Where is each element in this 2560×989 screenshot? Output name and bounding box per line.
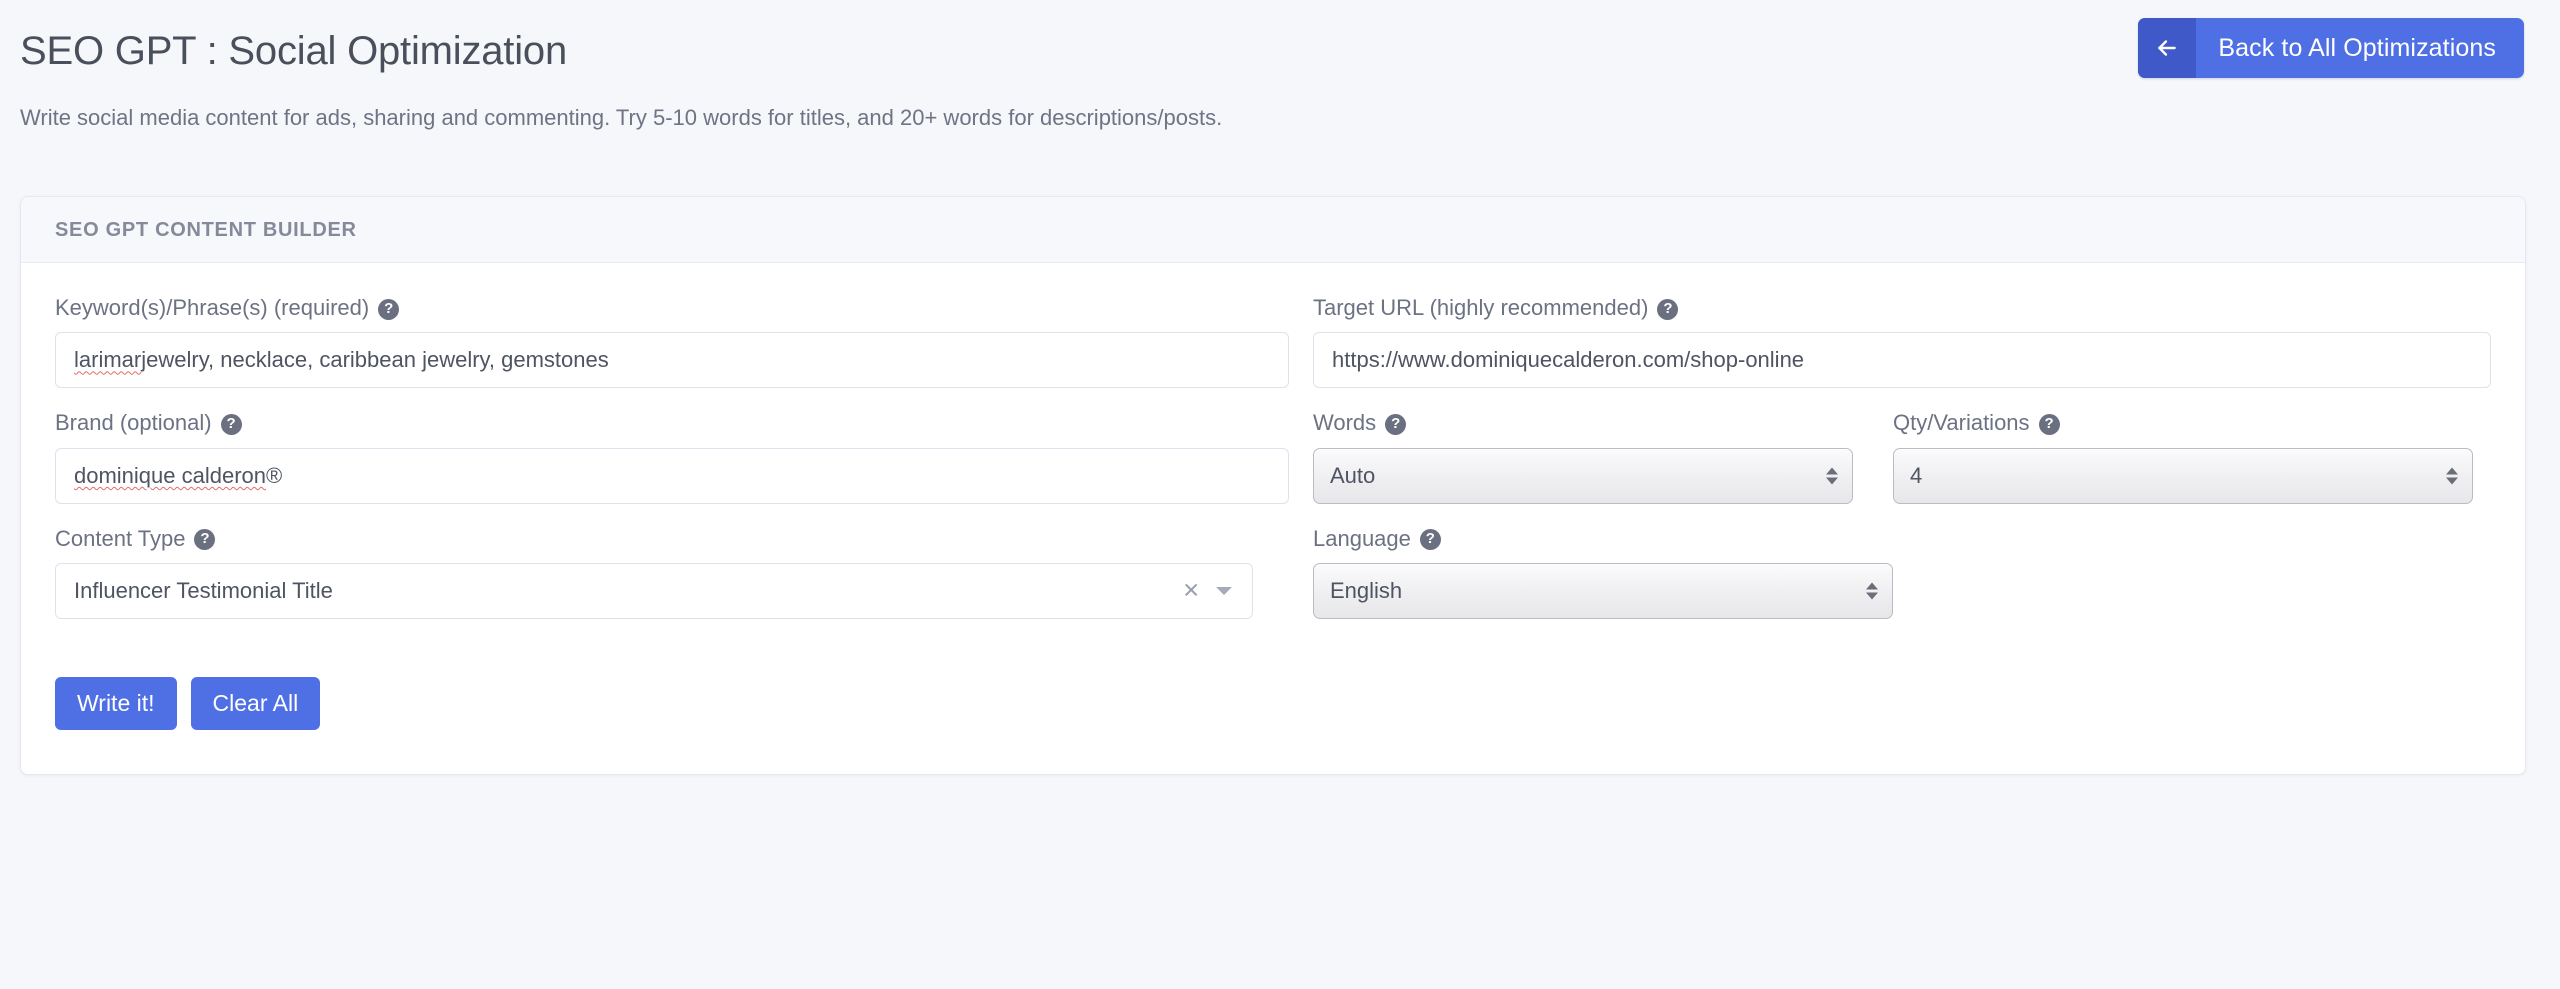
brand-value-misspelled: dominique calderon	[74, 462, 267, 488]
language-column: Language ? English	[1313, 526, 2491, 641]
qty-variations-select-spinner-icon	[2446, 467, 2458, 485]
language-select[interactable]: English	[1313, 563, 1893, 620]
qty-variations-select-value: 4	[1910, 462, 1923, 488]
app-page: SEO GPT : Social Optimization Back to Al…	[0, 0, 2560, 989]
card-header-title: SEO GPT CONTENT BUILDER	[55, 219, 357, 241]
card-header: SEO GPT CONTENT BUILDER	[21, 197, 2525, 263]
clear-all-button[interactable]: Clear All	[190, 677, 321, 731]
qty-variations-help-icon[interactable]: ?	[2038, 414, 2060, 436]
language-label: Language ?	[1313, 526, 1893, 552]
words-select-spinner-icon	[1826, 467, 1838, 485]
form-row-1: Keyword(s)/Phrase(s) (required) ? larima…	[55, 295, 2491, 410]
language-field: Language ? English	[1313, 526, 1893, 641]
target-url-label-text: Target URL (highly recommended)	[1313, 295, 1649, 320]
words-label: Words ?	[1313, 410, 1853, 436]
card-body: Keyword(s)/Phrase(s) (required) ? larima…	[21, 263, 2525, 775]
keywords-column: Keyword(s)/Phrase(s) (required) ? larima…	[55, 295, 1313, 410]
language-help-icon[interactable]: ?	[1419, 529, 1441, 551]
target-url-field: Target URL (highly recommended) ?	[1313, 295, 2491, 389]
page-title: SEO GPT : Social Optimization	[20, 29, 567, 73]
content-type-help-icon[interactable]: ?	[194, 529, 216, 551]
content-type-label: Content Type ?	[55, 526, 1253, 552]
qty-variations-label-text: Qty/Variations	[1893, 410, 2030, 436]
content-type-combobox[interactable]: Influencer Testimonial Title ✕	[55, 563, 1253, 620]
target-url-column: Target URL (highly recommended) ?	[1313, 295, 2491, 410]
words-label-text: Words	[1313, 410, 1377, 436]
qty-variations-label: Qty/Variations ?	[1893, 410, 2473, 436]
close-x-icon[interactable]: ✕	[1182, 581, 1200, 602]
keywords-value-misspelled: larimar	[74, 347, 142, 373]
form-row-2: Brand (optional) ? dominique calderon ® …	[55, 410, 2491, 525]
language-select-value: English	[1330, 578, 1403, 604]
brand-label-text: Brand (optional)	[55, 410, 212, 436]
content-type-field: Content Type ? Influencer Testimonial Ti…	[55, 526, 1253, 620]
form-row-3: Content Type ? Influencer Testimonial Ti…	[55, 526, 2491, 641]
content-type-value: Influencer Testimonial Title	[74, 578, 333, 604]
write-it-button[interactable]: Write it!	[55, 677, 177, 731]
brand-input[interactable]: dominique calderon ®	[55, 447, 1289, 504]
words-field: Words ? Auto	[1313, 410, 1893, 525]
caret-down-icon[interactable]	[1216, 587, 1232, 596]
keywords-input[interactable]: larimar jewelry, necklace, caribbean jew…	[55, 332, 1289, 389]
content-builder-card: SEO GPT CONTENT BUILDER Keyword(s)/Phras…	[20, 196, 2526, 776]
target-url-label: Target URL (highly recommended) ?	[1313, 295, 2491, 321]
brand-value-rest: ®	[266, 462, 283, 488]
intro-description: Write social media content for ads, shar…	[20, 105, 1223, 130]
language-select-spinner-icon	[1866, 582, 1878, 600]
words-select[interactable]: Auto	[1313, 447, 1853, 504]
content-type-column: Content Type ? Influencer Testimonial Ti…	[55, 526, 1313, 641]
language-label-text: Language	[1313, 525, 1411, 551]
qty-variations-select[interactable]: 4	[1893, 447, 2473, 504]
page-header: SEO GPT : Social Optimization Back to Al…	[0, 0, 2560, 96]
target-url-help-icon[interactable]: ?	[1657, 298, 1679, 320]
brand-help-icon[interactable]: ?	[220, 414, 242, 436]
keywords-value-rest: jewelry, necklace, caribbean jewelry, ge…	[141, 347, 609, 373]
words-select-value: Auto	[1330, 462, 1376, 488]
words-help-icon[interactable]: ?	[1385, 414, 1407, 436]
target-url-input[interactable]	[1313, 332, 2491, 389]
content-type-label-text: Content Type	[55, 525, 186, 551]
back-to-all-optimizations-button[interactable]: Back to All Optimizations	[2138, 18, 2524, 78]
back-button-label: Back to All Optimizations	[2218, 33, 2496, 62]
brand-column: Brand (optional) ? dominique calderon ®	[55, 410, 1313, 525]
arrow-left-icon	[2138, 18, 2197, 78]
keywords-field: Keyword(s)/Phrase(s) (required) ? larima…	[55, 295, 1289, 389]
form-actions: Write it! Clear All	[55, 677, 2491, 731]
keywords-label: Keyword(s)/Phrase(s) (required) ?	[55, 295, 1289, 321]
qty-variations-field: Qty/Variations ? 4	[1893, 410, 2473, 525]
keywords-label-text: Keyword(s)/Phrase(s) (required)	[55, 295, 370, 320]
keywords-help-icon[interactable]: ?	[378, 298, 400, 320]
brand-field: Brand (optional) ? dominique calderon ®	[55, 410, 1289, 504]
words-qty-column: Words ? Auto Qty/Variations ? 4	[1313, 410, 2491, 525]
brand-label: Brand (optional) ?	[55, 410, 1289, 436]
